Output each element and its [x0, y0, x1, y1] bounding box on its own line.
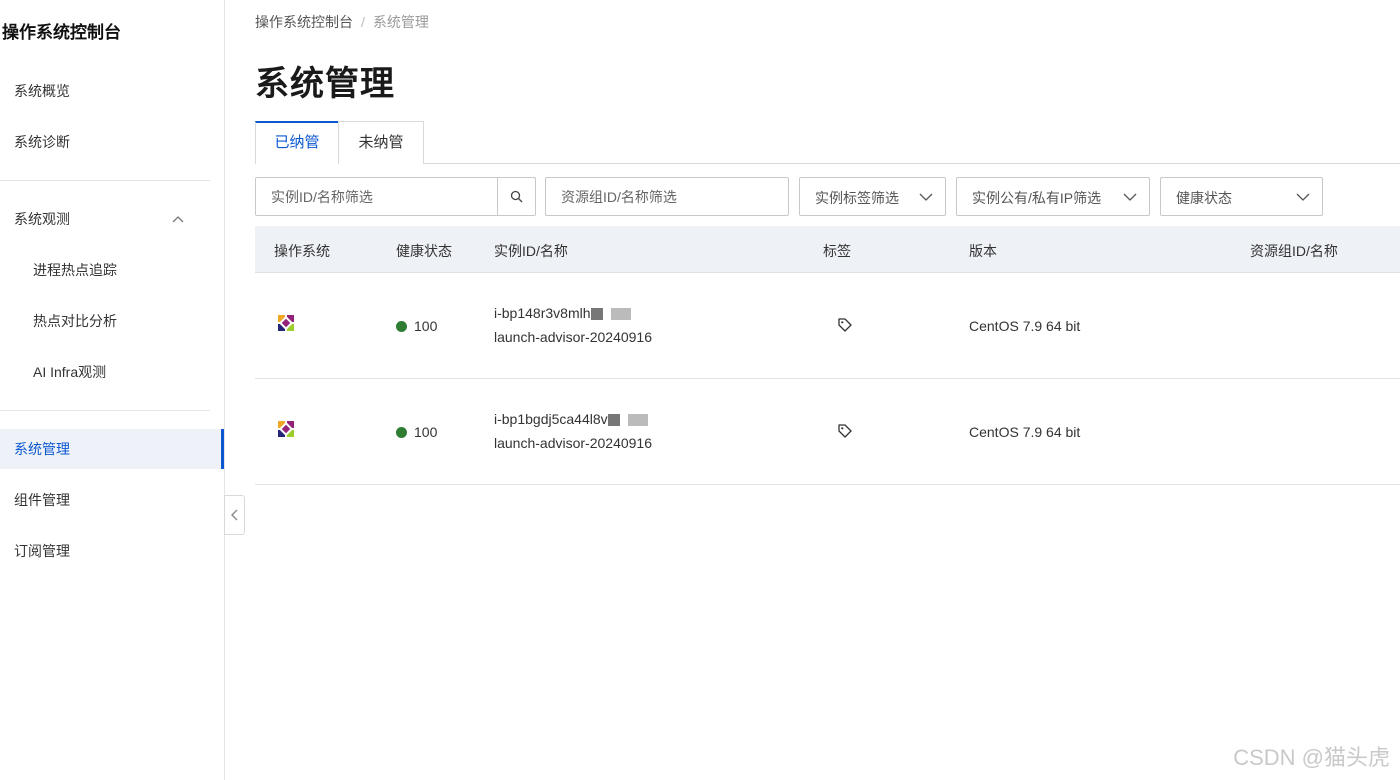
instance-search-input[interactable]	[256, 178, 496, 215]
search-icon	[510, 190, 523, 203]
app-title: 操作系统控制台	[2, 23, 121, 42]
sidebar-collapse-button[interactable]	[224, 495, 245, 535]
instance-search-field	[255, 177, 536, 216]
health-score: 100	[414, 424, 438, 440]
column-header-version: 版本	[969, 243, 997, 259]
chevron-down-icon	[1123, 193, 1137, 201]
tag-icon[interactable]	[837, 317, 853, 333]
redacted-mark	[590, 308, 641, 321]
centos-icon	[278, 421, 294, 437]
page-title: 系统管理	[255, 65, 395, 103]
sidebar: 操作系统控制台 系统概览 系统诊断 系统观测 进程热点追踪 热点对比分析 AI …	[0, 0, 225, 780]
search-button[interactable]	[497, 178, 535, 215]
instance-id[interactable]: i-bp1bgdj5ca44l8v	[494, 411, 608, 427]
healthy-dot-icon	[396, 427, 407, 438]
column-header-tags: 标签	[823, 243, 851, 259]
instance-cell: i-bp148r3v8mlh launch-advisor-20240916	[494, 301, 652, 349]
tab-unmanaged[interactable]: 未纳管	[338, 121, 424, 164]
health-status: 100	[396, 318, 437, 334]
breadcrumb-current: 系统管理	[372, 14, 429, 30]
sidebar-item-overview[interactable]: 系统概览	[0, 71, 224, 111]
tag-select[interactable]: 实例标签筛选	[799, 177, 946, 216]
instance-name: launch-advisor-20240916	[494, 329, 652, 345]
instance-cell: i-bp1bgdj5ca44l8v launch-advisor-2024091…	[494, 407, 658, 455]
sidebar-item-process-hotspot[interactable]: 进程热点追踪	[0, 250, 224, 290]
instance-id[interactable]: i-bp148r3v8mlh	[494, 305, 591, 321]
breadcrumb-root[interactable]: 操作系统控制台	[255, 14, 353, 30]
tab-managed[interactable]: 已纳管	[255, 121, 339, 164]
sidebar-item-label: 系统观测	[14, 211, 70, 227]
column-header-resource-group: 资源组ID/名称	[1250, 243, 1338, 259]
chevron-down-icon	[919, 193, 933, 201]
sidebar-divider	[0, 410, 210, 411]
centos-icon	[278, 315, 294, 331]
sidebar-item-subscription-management[interactable]: 订阅管理	[0, 531, 224, 571]
breadcrumb: 操作系统控制台 / 系统管理	[255, 12, 429, 32]
column-header-instance: 实例ID/名称	[494, 243, 568, 259]
health-status: 100	[396, 424, 437, 440]
sidebar-item-system-management[interactable]: 系统管理	[0, 429, 224, 469]
sidebar-item-observe[interactable]: 系统观测	[0, 199, 224, 239]
redacted-mark	[607, 414, 658, 427]
tabs-underline	[255, 163, 1400, 164]
ip-select[interactable]: 实例公有/私有IP筛选	[956, 177, 1150, 216]
table-header: 操作系统 健康状态 实例ID/名称 标签 版本 资源组ID/名称	[255, 226, 1400, 273]
resource-group-input[interactable]	[546, 178, 788, 215]
chevron-up-icon	[172, 216, 184, 223]
watermark: CSDN @猫头虎	[1233, 745, 1390, 770]
chevron-left-icon	[230, 509, 237, 521]
healthy-dot-icon	[396, 321, 407, 332]
chevron-down-icon	[1296, 193, 1310, 201]
column-header-health: 健康状态	[396, 243, 452, 259]
version: CentOS 7.9 64 bit	[969, 424, 1081, 440]
instance-name: launch-advisor-20240916	[494, 435, 652, 451]
column-header-os: 操作系统	[274, 243, 330, 259]
ip-select-label: 实例公有/私有IP筛选	[972, 190, 1102, 206]
version: CentOS 7.9 64 bit	[969, 318, 1081, 334]
health-select-label: 健康状态	[1176, 190, 1232, 206]
health-score: 100	[414, 318, 438, 334]
table-row: 100 i-bp148r3v8mlh launch-advisor-202409…	[255, 273, 1400, 379]
health-select[interactable]: 健康状态	[1160, 177, 1323, 216]
sidebar-item-ai-infra[interactable]: AI Infra观测	[0, 352, 224, 392]
sidebar-item-hotspot-compare[interactable]: 热点对比分析	[0, 301, 224, 341]
sidebar-item-component-management[interactable]: 组件管理	[0, 480, 224, 520]
tag-icon[interactable]	[837, 423, 853, 439]
sidebar-divider	[0, 180, 210, 181]
breadcrumb-separator: /	[361, 14, 365, 30]
table-row: 100 i-bp1bgdj5ca44l8v launch-advisor-202…	[255, 379, 1400, 485]
resource-group-field	[545, 177, 789, 216]
tag-select-label: 实例标签筛选	[815, 190, 899, 206]
sidebar-item-diagnosis[interactable]: 系统诊断	[0, 122, 224, 162]
